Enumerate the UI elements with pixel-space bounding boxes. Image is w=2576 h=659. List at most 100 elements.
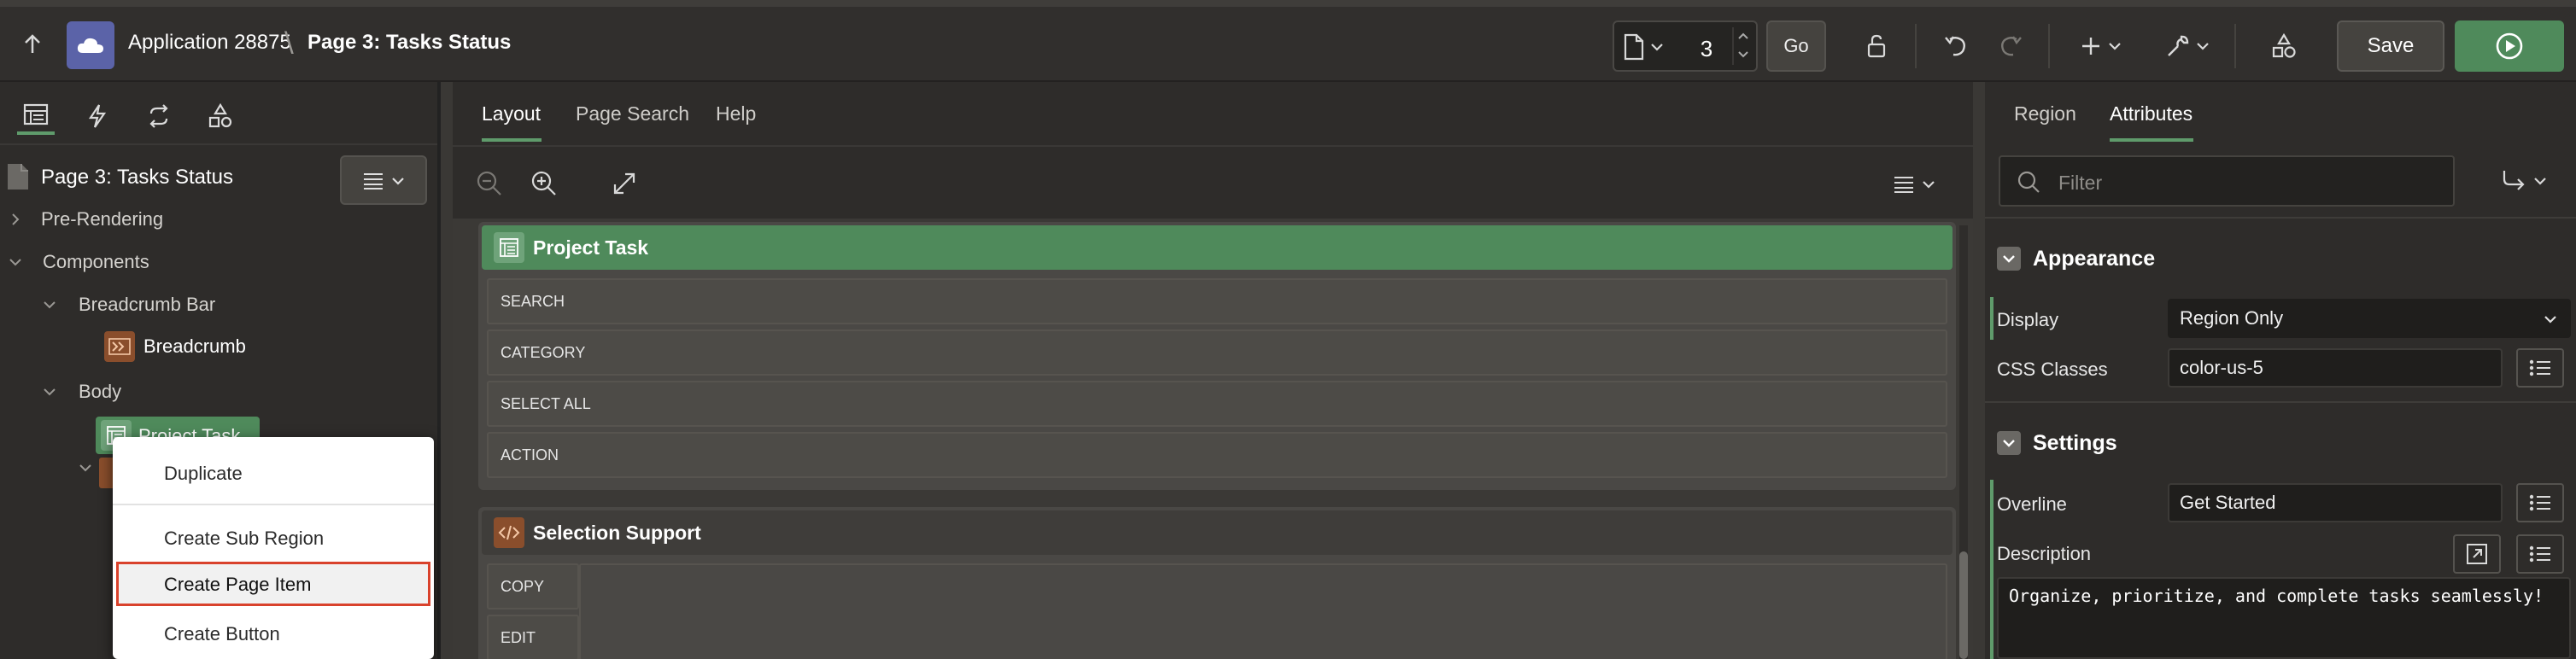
open-external-icon [2467,544,2487,564]
tree-node-collapse-toggle[interactable] [79,463,92,473]
redo-icon[interactable] [1990,22,2031,70]
section-settings[interactable]: Settings [1997,420,2117,466]
code-region-icon [494,517,524,548]
tree-node-breadcrumb-bar[interactable]: Breadcrumb Bar [43,294,215,316]
item-placeholder-select-all[interactable]: SELECT ALL [487,381,1947,427]
menu-item-create-button[interactable]: Create Button [113,611,434,657]
menu-item-create-sub-region[interactable]: Create Sub Region [113,516,434,562]
tab-region[interactable]: Region [2014,102,2076,125]
chevron-down-icon [2197,43,2209,50]
breadcrumb-separator: \ [284,26,294,58]
chevron-down-icon [44,388,56,396]
shared-components-icon[interactable] [2263,22,2304,70]
chevron-down-icon[interactable] [1737,50,1749,59]
tree-node-body[interactable]: Body [43,381,121,403]
display-value: Region Only [2180,307,2284,329]
region-header[interactable]: Project Task [482,225,1952,270]
tree-node-label: Breadcrumb Bar [79,294,216,315]
run-page-button[interactable] [2455,20,2564,72]
chevron-up-icon[interactable] [1737,32,1749,40]
processing-tab-icon[interactable] [140,97,178,135]
app-name-link[interactable]: Application 28875 [128,31,291,55]
region-selection-support[interactable]: Selection Support COPY EDIT [478,507,1956,659]
section-title: Settings [2033,430,2117,455]
description-expand-button[interactable] [2453,534,2501,574]
css-classes-input[interactable]: color-us-5 [2168,348,2503,388]
play-icon [2496,32,2523,60]
zoom-in-icon[interactable] [530,169,559,198]
rendering-tab-icon[interactable] [17,97,55,135]
menu-item-duplicate[interactable]: Duplicate [113,451,434,497]
chevron-down-icon [79,464,91,472]
layout-toolbar [453,145,1973,219]
page-number-stepper[interactable] [1732,27,1753,65]
shared-components-tab-icon[interactable] [202,97,239,135]
document-icon [1624,33,1644,61]
css-classes-list-button[interactable] [2516,348,2564,388]
partial-region-icon [99,458,113,488]
undo-icon[interactable] [1935,22,1976,70]
tab-help[interactable]: Help [716,102,756,125]
tab-attributes[interactable]: Attributes [2110,102,2193,125]
item-placeholder-category[interactable]: CATEGORY [487,330,1947,376]
region-project-task[interactable]: Project Task SEARCH CATEGORY SELECT ALL … [478,222,1956,490]
search-icon [2017,171,2040,193]
page-lock-icon[interactable] [1857,22,1898,70]
section-appearance[interactable]: Appearance [1997,236,2155,282]
create-menu-button[interactable] [2070,22,2130,70]
tree-node-breadcrumb[interactable]: Breadcrumb [104,331,246,362]
button-placeholder-copy[interactable]: COPY [487,563,579,609]
tree-root-title: Page 3: Tasks Status [41,166,234,189]
filter-placeholder: Filter [2058,172,2103,194]
tree-menu-button[interactable] [340,155,427,205]
button-placeholder-edit[interactable]: EDIT [487,615,579,659]
button-position-area[interactable] [579,563,1947,659]
page-document-icon [8,164,28,190]
list-bullets-icon [2529,545,2550,563]
tree-node-pre-rendering[interactable]: Pre-Rendering [10,208,163,230]
chevron-down-icon [9,259,21,266]
tab-layout[interactable]: Layout [482,102,541,125]
zoom-out-icon[interactable] [475,169,504,198]
left-splitter[interactable] [441,82,453,659]
arrow-turn-down-icon [2503,171,2525,190]
canvas-scrollbar-thumb[interactable] [1959,551,1968,659]
go-to-group-button[interactable] [2501,164,2556,198]
chevron-down-icon [1923,181,1935,189]
filter-input[interactable]: Filter [1999,155,2455,207]
right-splitter[interactable] [1973,82,1985,659]
utilities-menu-button[interactable] [2157,22,2217,70]
description-textarea[interactable]: Organize, prioritize, and complete tasks… [1997,577,2571,659]
layout-canvas[interactable]: Project Task SEARCH CATEGORY SELECT ALL … [453,219,1973,659]
display-select[interactable]: Region Only [2168,299,2571,338]
context-menu: Duplicate Create Sub Region Create Page … [113,437,434,659]
required-accent [1990,480,1993,659]
active-tab-indicator [482,138,542,142]
tree-node-components[interactable]: Components [9,251,149,273]
tab-page-search[interactable]: Page Search [576,102,689,125]
page-number-input[interactable]: 3 [1689,36,1724,62]
expand-icon[interactable] [612,171,637,196]
item-placeholder-action[interactable]: ACTION [487,432,1947,478]
go-button[interactable]: Go [1766,20,1826,72]
up-arrow-icon[interactable] [12,24,53,65]
chevron-down-icon [2544,316,2556,324]
overline-input[interactable]: Get Started [2168,483,2503,522]
tree-node-label: Body [79,381,122,402]
save-button[interactable]: Save [2337,20,2444,72]
chevron-down-icon [44,301,56,309]
menu-item-create-page-item[interactable]: Create Page Item [113,562,434,608]
list-icon [364,173,383,190]
item-placeholder-search[interactable]: SEARCH [487,278,1947,324]
page-finder-button[interactable] [1623,32,1674,61]
layout-menu-button[interactable] [1893,169,1944,198]
tree-node-label: Pre-Rendering [41,208,164,230]
app-cloud-icon[interactable] [67,21,114,69]
apex-page-designer: Application 28875 \ Page 3: Tasks Status… [0,0,2576,659]
description-list-button[interactable] [2516,534,2564,574]
chevron-down-icon [392,178,404,185]
region-header[interactable]: Selection Support [482,510,1952,555]
cards-region-icon [494,232,524,263]
dynamic-actions-tab-icon[interactable] [79,97,116,135]
overline-list-button[interactable] [2516,483,2564,522]
